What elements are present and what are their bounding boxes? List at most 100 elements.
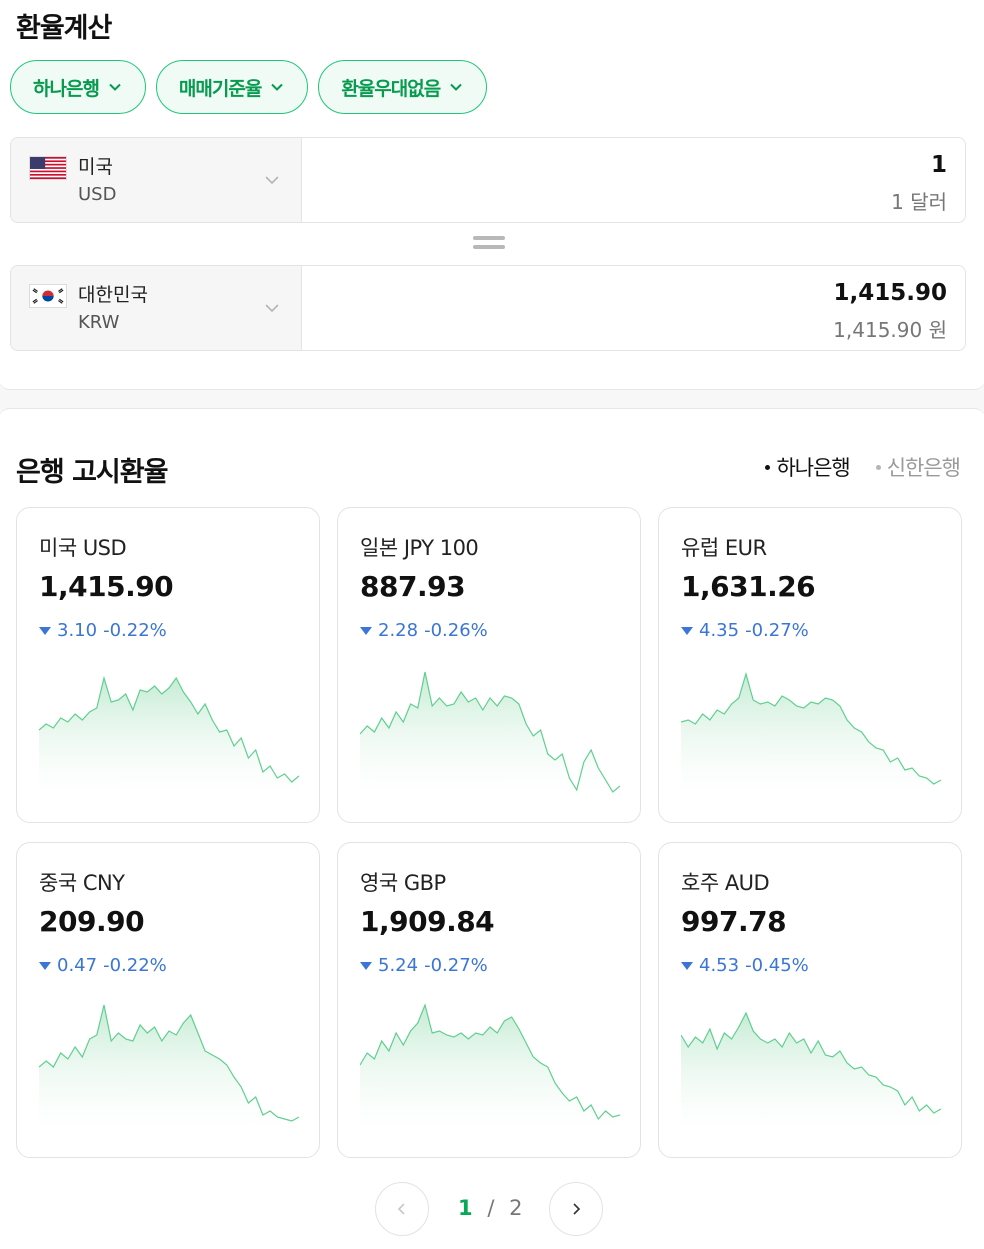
rate-card-usd[interactable]: 미국 USD 1,415.90 3.10 -0.22% xyxy=(16,507,320,823)
us-flag-icon xyxy=(29,156,67,180)
equals-icon xyxy=(473,236,505,250)
rate-card-cny[interactable]: 중국 CNY 209.90 0.47 -0.22% xyxy=(16,842,320,1158)
from-amount-input[interactable]: 1 1 달러 xyxy=(302,138,965,222)
bank-tab-label: 신한은행 xyxy=(886,456,961,480)
card-rate-value: 1,415.90 xyxy=(39,570,174,603)
sparkline-chart xyxy=(39,1004,299,1133)
chevron-down-icon xyxy=(450,83,462,91)
card-currency-name: 유럽 EUR xyxy=(681,536,767,560)
chevron-down-icon xyxy=(109,83,121,91)
card-change-amount: 4.53 xyxy=(699,955,740,976)
bullet-icon xyxy=(875,464,881,470)
card-change-percent: -0.27% xyxy=(424,955,488,976)
to-country: 대한민국 xyxy=(78,284,148,306)
converter-filters: 하나은행 매매기준율 환율우대없음 xyxy=(10,60,488,114)
bank-filter-dropdown[interactable]: 하나은행 xyxy=(10,60,146,114)
from-amount-value: 1 xyxy=(930,152,947,178)
prev-page-button[interactable] xyxy=(375,1182,429,1236)
page-separator: / xyxy=(487,1196,495,1220)
rate-card-eur[interactable]: 유럽 EUR 1,631.26 4.35 -0.27% xyxy=(658,507,962,823)
sparkline-area xyxy=(360,672,620,798)
pagination: 1 / 2 xyxy=(0,1182,984,1238)
sparkline-area xyxy=(39,678,299,798)
from-code: USD xyxy=(78,184,117,205)
next-page-button[interactable] xyxy=(549,1182,603,1236)
card-currency-name: 중국 CNY xyxy=(39,871,125,895)
sparkline-chart xyxy=(681,1011,941,1133)
rate-type-label: 매매기준율 xyxy=(178,77,262,100)
card-change: 4.53 -0.45% xyxy=(681,955,809,976)
card-rate-value: 209.90 xyxy=(39,905,145,938)
card-currency-name: 일본 JPY 100 xyxy=(360,536,479,560)
card-rate-value: 997.78 xyxy=(681,905,787,938)
sparkline-area xyxy=(39,1005,299,1133)
card-change-percent: -0.27% xyxy=(745,620,809,641)
from-amount-text: 1 달러 xyxy=(891,190,947,214)
converter-title: 환율계산 xyxy=(16,13,112,44)
card-currency-name: 미국 USD xyxy=(39,536,127,560)
down-arrow-icon xyxy=(681,626,693,635)
card-change-percent: -0.22% xyxy=(103,955,167,976)
card-change-percent: -0.26% xyxy=(424,620,488,641)
chevron-left-icon xyxy=(397,1203,405,1215)
to-amount-text: 1,415.90 원 xyxy=(833,318,947,342)
card-currency-name: 영국 GBP xyxy=(360,871,446,895)
sparkline-chart xyxy=(681,671,941,798)
from-country: 미국 xyxy=(78,156,113,178)
card-change-percent: -0.45% xyxy=(745,955,809,976)
from-currency-select[interactable]: 미국 USD xyxy=(11,138,302,222)
card-rate-value: 1,631.26 xyxy=(681,570,816,603)
current-page: 1 xyxy=(458,1196,473,1220)
bullet-icon xyxy=(765,464,771,470)
section-divider xyxy=(0,379,984,419)
rate-card-jpy[interactable]: 일본 JPY 100 887.93 2.28 -0.26% xyxy=(337,507,641,823)
bank-rates-title: 은행 고시환율 xyxy=(16,457,168,488)
chevron-down-icon xyxy=(265,304,279,313)
bank-tabs: 하나은행 신한은행 xyxy=(765,452,961,482)
from-currency-row: 미국 USD 1 1 달러 xyxy=(10,137,966,223)
down-arrow-icon xyxy=(360,961,372,970)
chevron-down-icon xyxy=(271,83,284,91)
rate-card-aud[interactable]: 호주 AUD 997.78 4.53 -0.45% xyxy=(658,842,962,1158)
card-currency-name: 호주 AUD xyxy=(681,871,770,895)
card-change: 0.47 -0.22% xyxy=(39,955,167,976)
down-arrow-icon xyxy=(39,961,51,970)
card-change-amount: 3.10 xyxy=(57,620,98,641)
to-currency-select[interactable]: 대한민국 KRW xyxy=(11,266,302,350)
kr-flag-icon xyxy=(29,284,67,308)
page-indicator: 1 / 2 xyxy=(458,1196,522,1220)
card-change-amount: 5.24 xyxy=(378,955,419,976)
card-change-amount: 2.28 xyxy=(378,620,419,641)
sparkline-area xyxy=(681,1013,941,1133)
card-rate-value: 887.93 xyxy=(360,570,466,603)
down-arrow-icon xyxy=(360,626,372,635)
sparkline-area xyxy=(360,1005,620,1133)
sparkline-chart xyxy=(360,671,620,798)
card-change-amount: 4.35 xyxy=(699,620,740,641)
chevron-down-icon xyxy=(265,176,279,185)
to-code: KRW xyxy=(78,312,120,333)
preferential-rate-dropdown[interactable]: 환율우대없음 xyxy=(318,60,488,114)
to-amount-value: 1,415.90 xyxy=(833,280,948,306)
rate-card-gbp[interactable]: 영국 GBP 1,909.84 5.24 -0.27% xyxy=(337,842,641,1158)
down-arrow-icon xyxy=(681,961,693,970)
bank-filter-label: 하나은행 xyxy=(33,77,100,100)
card-change: 3.10 -0.22% xyxy=(39,620,167,641)
card-change: 2.28 -0.26% xyxy=(360,620,488,641)
preferential-rate-label: 환율우대없음 xyxy=(341,77,441,100)
card-change-percent: -0.22% xyxy=(103,620,167,641)
bank-tab-hana[interactable]: 하나은행 xyxy=(765,452,851,482)
card-rate-value: 1,909.84 xyxy=(360,905,495,938)
rate-type-dropdown[interactable]: 매매기준율 xyxy=(155,60,309,114)
card-change: 5.24 -0.27% xyxy=(360,955,488,976)
down-arrow-icon xyxy=(39,626,51,635)
to-amount-input[interactable]: 1,415.90 1,415.90 원 xyxy=(302,266,965,350)
sparkline-area xyxy=(681,674,941,798)
bank-tab-label: 하나은행 xyxy=(776,456,850,480)
bank-tab-shinhan[interactable]: 신한은행 xyxy=(875,452,961,482)
card-change: 4.35 -0.27% xyxy=(681,620,809,641)
chevron-right-icon xyxy=(573,1203,581,1215)
sparkline-chart xyxy=(360,1003,620,1133)
sparkline-chart xyxy=(39,675,299,798)
card-change-amount: 0.47 xyxy=(57,955,98,976)
